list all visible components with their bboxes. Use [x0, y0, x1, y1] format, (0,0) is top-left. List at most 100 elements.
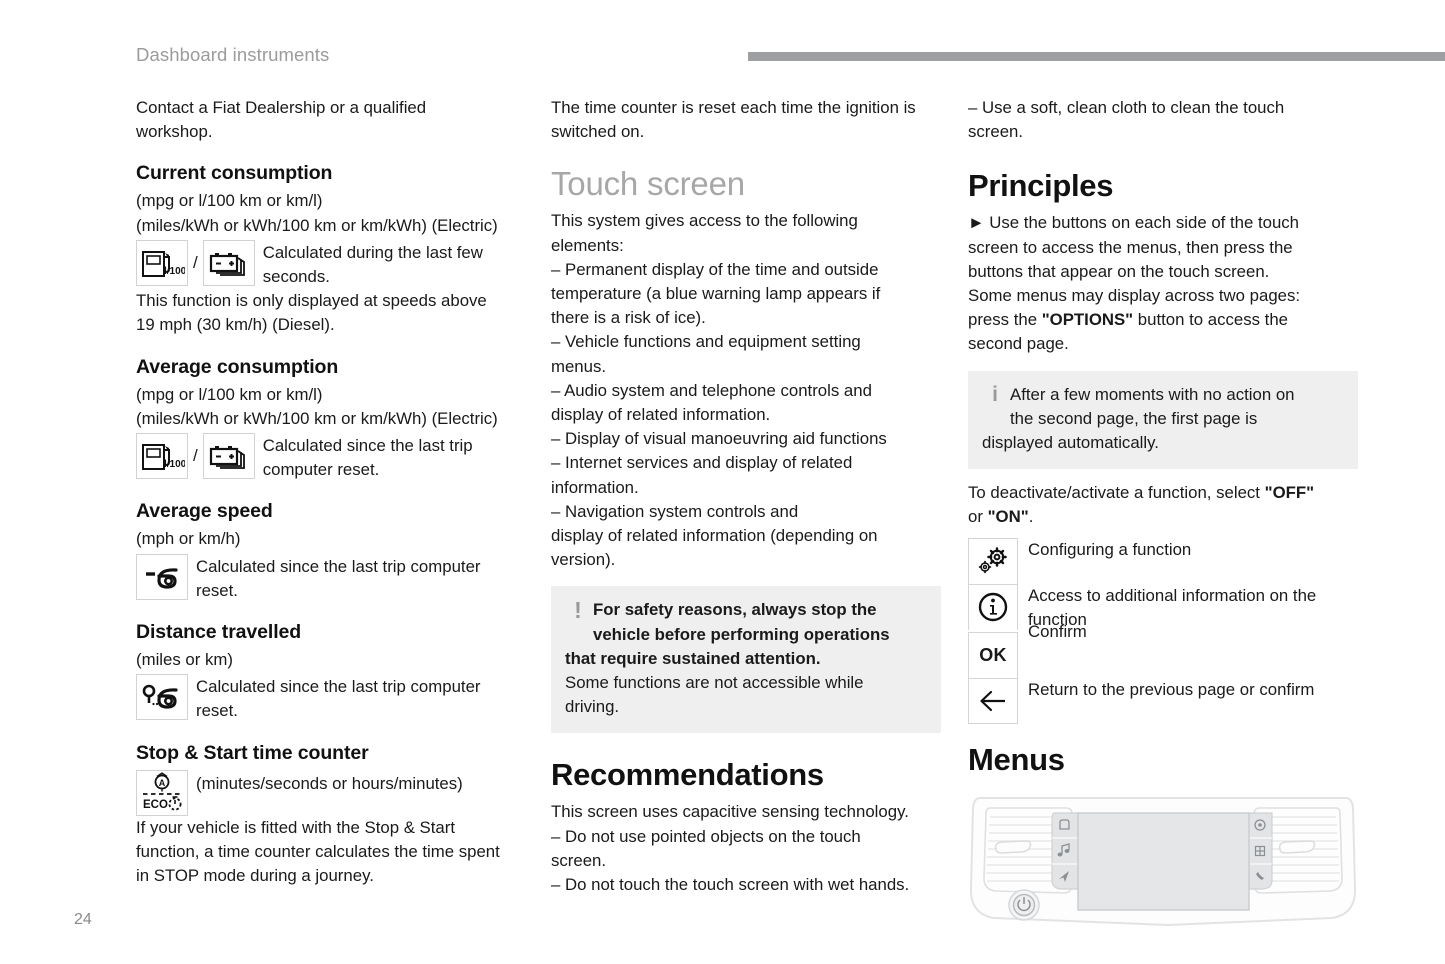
recommendation-line: screen.: [551, 850, 607, 870]
principles-line-3: buttons that appear on the touch screen.: [968, 261, 1270, 281]
stop-start-units: (minutes/seconds or hours/minutes): [196, 773, 463, 793]
heading-principles: Principles: [968, 168, 1114, 204]
col2-intro-2: switched on.: [551, 122, 645, 142]
fuel-pump-icon: l/100: [136, 433, 188, 480]
distance-travelled-units: (miles or km): [136, 650, 233, 670]
stop-start-body-3: in STOP mode during a journey.: [136, 866, 374, 886]
principles-line-1: ► Use the buttons on each side of the to…: [968, 211, 1358, 235]
current-consumption-note-1: This function is only displayed at speed…: [136, 291, 487, 311]
col3-top-line-2: screen.: [968, 122, 1024, 142]
distance-travelled-icon-row: Calculated since the last trip computer …: [136, 674, 526, 723]
heading-stop-start: Stop & Start time counter: [136, 741, 369, 764]
distance-travelled-desc: Calculated since the last trip computer …: [196, 674, 481, 723]
symbol-label-ok: Confirm: [1028, 622, 1087, 642]
info-circle-icon: [968, 583, 1018, 630]
recommendation-line: – Do not touch the touch screen with wet…: [551, 875, 910, 895]
column-two: The time counter is reset each time the …: [551, 96, 941, 897]
current-consumption-desc-2: seconds.: [262, 267, 330, 287]
heading-distance-travelled: Distance travelled: [136, 621, 302, 644]
recommendation-line: This screen uses capacitive sensing tech…: [551, 802, 909, 822]
info-note-box: i After a few moments with no action on …: [968, 370, 1358, 470]
svg-text:ECO: ECO: [143, 799, 168, 811]
left-arrow-icon: [968, 678, 1018, 725]
gears-icon: [968, 537, 1018, 584]
current-consumption-units-2: (miles/kWh or kWh/100 km or km/kWh) (Ele…: [136, 215, 498, 235]
ok-text: OK: [979, 645, 1007, 666]
info-line-3: displayed automatically.: [982, 433, 1159, 453]
average-consumption-desc: Calculated since the last trip computer …: [263, 433, 473, 482]
symbol-row-configure: Configuring a function: [968, 537, 1358, 584]
stop-start-body-1: If your vehicle is fitted with the Stop …: [136, 817, 455, 837]
col2-intro-1: The time counter is reset each time the …: [551, 98, 916, 117]
warning-line-3: that require sustained attention.: [565, 648, 821, 668]
principles-line-5: press the "OPTIONS" button to access the: [968, 308, 1358, 332]
list-item: – Permanent display of the time and outs…: [551, 259, 879, 279]
warning-line-1: For safety reasons, always stop the: [593, 600, 877, 620]
distance-travelled-desc-1: Calculated since the last trip computer: [196, 677, 481, 697]
col2-intro2-1: This system gives access to the followin…: [551, 211, 858, 231]
list-item: version).: [551, 550, 616, 570]
list-item: menus.: [551, 356, 607, 376]
intro-line-2: workshop.: [136, 122, 213, 142]
stop-start-body-2: function, a time counter calculates the …: [136, 841, 500, 861]
icon-separator: /: [193, 446, 198, 466]
page-number: 24: [74, 911, 92, 928]
list-item: – Audio system and telephone controls an…: [551, 380, 872, 400]
principles-line-2: screen to access the menus, then press t…: [968, 237, 1293, 257]
header-title: Dashboard instruments: [136, 44, 330, 65]
list-item: temperature (a blue warning lamp appears…: [551, 284, 881, 304]
current-consumption-icon-row: l/100 / Calculated during the last few s…: [136, 239, 526, 289]
ok-text-icon: OK: [968, 632, 1018, 679]
on-label: "ON": [987, 507, 1029, 527]
list-item: display of related information (dependin…: [551, 526, 878, 546]
current-consumption-units-1: (mpg or l/100 km or km/l): [136, 191, 323, 211]
list-item: information.: [551, 477, 639, 497]
info-icon: i: [992, 382, 998, 406]
principles-line-6: second page.: [968, 334, 1069, 354]
current-consumption-note-2: 19 mph (30 km/h) (Diesel).: [136, 315, 335, 335]
battery-icon: [202, 239, 255, 286]
symbol-table: Configuring a function Access to additio…: [968, 537, 1358, 725]
col2-intro2-2: elements:: [551, 235, 624, 255]
recommendation-line: – Do not use pointed objects on the touc…: [551, 826, 861, 846]
intro-line-1: Contact a Fiat Dealership or a qualified: [136, 98, 427, 117]
eco-stopstart-icon: A ECO: [136, 769, 188, 816]
power-knob-icon: [1008, 889, 1040, 921]
average-speed-desc-1: Calculated since the last trip computer: [196, 556, 481, 576]
heading-menus: Menus: [968, 742, 1065, 778]
exclamation-icon: !: [574, 597, 582, 624]
battery-icon: [202, 433, 255, 480]
list-item: – Internet services and display of relat…: [551, 453, 853, 473]
average-consumption-desc-1: Calculated since the last trip: [262, 436, 473, 456]
info-line-1: After a few moments with no action on: [1010, 384, 1295, 404]
average-speed-icon: [136, 553, 188, 600]
arrow-marker-icon: ►: [968, 213, 985, 233]
heading-average-consumption: Average consumption: [136, 355, 339, 378]
svg-text:A: A: [159, 777, 166, 787]
average-speed-units: (mph or km/h): [136, 529, 241, 549]
col3-top-line-1: – Use a soft, clean cloth to clean the t…: [968, 98, 1285, 117]
average-speed-icon-row: Calculated since the last trip computer …: [136, 553, 526, 603]
principles-line-5a: press the: [968, 310, 1042, 330]
symbol-row-back: Return to the previous page or confirm: [968, 678, 1358, 725]
average-consumption-units-1: (mpg or l/100 km or km/l): [136, 384, 323, 404]
heading-recommendations: Recommendations: [551, 757, 824, 793]
column-one: Contact a Fiat Dealership or a qualified…: [136, 96, 526, 888]
toggle-instruction-c: .: [1028, 507, 1034, 527]
options-button-label: "OPTIONS": [1041, 310, 1134, 330]
heading-touch-screen: Touch screen: [551, 165, 745, 203]
symbol-row-info: Access to additional information on the …: [968, 583, 1358, 632]
average-consumption-icon-row: l/100 / Calculated since the last trip c…: [136, 433, 526, 482]
distance-travelled-icon: [136, 674, 188, 721]
average-consumption-units-2: (miles/kWh or kWh/100 km or km/kWh) (Ele…: [136, 408, 498, 428]
current-consumption-desc-1: Calculated during the last few: [262, 242, 483, 262]
off-label: "OFF": [1264, 483, 1315, 503]
list-item: – Display of visual manoeuvring aid func…: [551, 429, 887, 449]
principles-line-1-text: Use the buttons on each side of the touc…: [989, 213, 1300, 233]
touch-screen-display: [1077, 812, 1250, 911]
fuel-pump-icon: l/100: [136, 239, 188, 286]
toggle-instruction-line-1: To deactivate/activate a function, selec…: [968, 481, 1358, 505]
list-item: there is a risk of ice).: [551, 308, 706, 328]
dashboard-console-illustration: [968, 792, 1358, 930]
heading-current-consumption: Current consumption: [136, 162, 333, 185]
